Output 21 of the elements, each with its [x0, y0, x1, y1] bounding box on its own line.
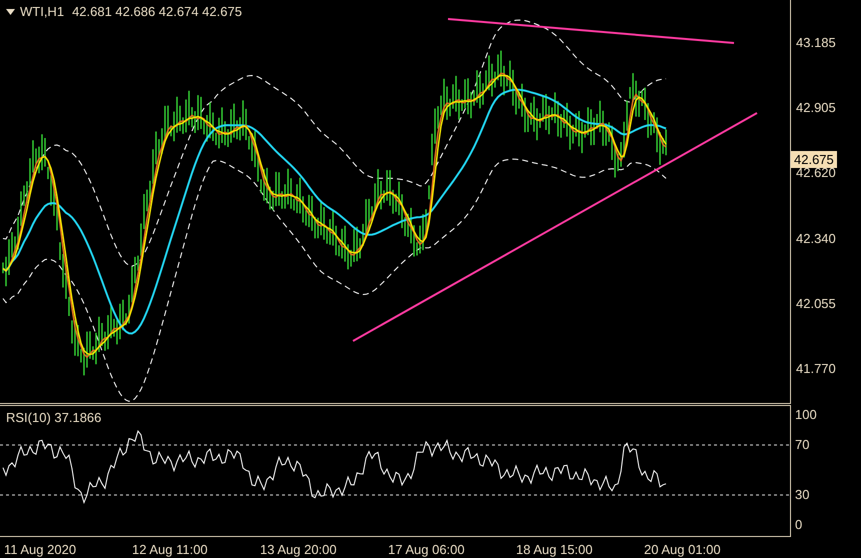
- rsi-axis-label: 70: [795, 438, 810, 451]
- symbol-label: WTI,H1: [20, 5, 64, 18]
- time-axis-label: 20 Aug 01:00: [644, 543, 721, 556]
- rsi-axis-label: 0: [795, 518, 802, 531]
- price-axis-label: 42.905: [796, 101, 836, 114]
- ohlc-values: 42.681 42.686 42.674 42.675: [72, 5, 242, 18]
- time-axis-label: 18 Aug 15:00: [516, 543, 593, 556]
- rsi-axis-label: 100: [795, 408, 817, 421]
- price-axis-label: 42.620: [796, 166, 836, 180]
- price-axis-label: 42.340: [796, 232, 836, 245]
- time-axis-label: 17 Aug 06:00: [388, 543, 465, 556]
- time-axis-label: 13 Aug 20:00: [260, 543, 337, 556]
- rsi-axis-label: 30: [795, 488, 810, 501]
- dropdown-triangle-icon[interactable]: [6, 8, 15, 14]
- price-axis-label: 41.770: [796, 362, 836, 375]
- time-axis-label: 12 Aug 11:00: [132, 543, 208, 556]
- rsi-label: RSI(10) 37.1866: [6, 411, 102, 424]
- price-axis-label: 43.185: [796, 36, 836, 49]
- time-axis-label: 11 Aug 2020: [4, 543, 76, 556]
- price-axis-label: 42.055: [796, 296, 836, 310]
- current-price-badge: 42.675: [791, 151, 837, 168]
